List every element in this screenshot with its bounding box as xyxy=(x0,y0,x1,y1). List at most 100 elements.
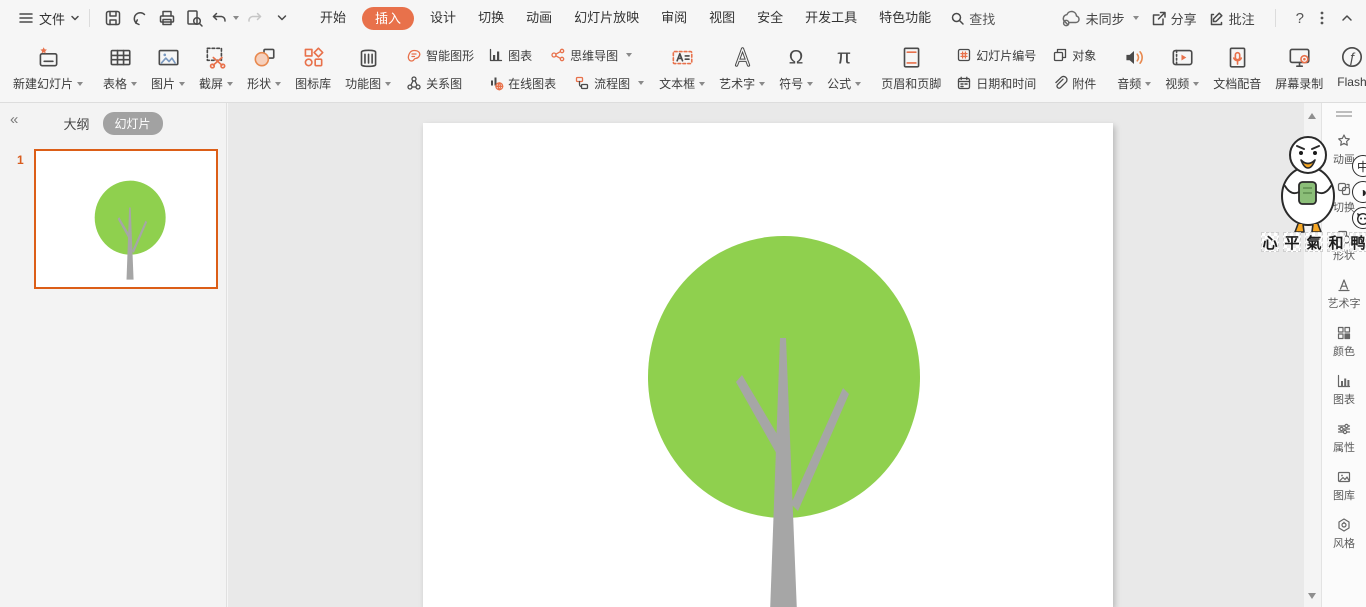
more-quick-actions-button[interactable] xyxy=(268,5,295,32)
screen-record-button[interactable]: 屏幕录制 xyxy=(1268,36,1330,102)
tab-home[interactable]: 开始 xyxy=(309,0,357,36)
video-button[interactable]: 视频 xyxy=(1158,36,1206,102)
audio-icon xyxy=(1121,43,1147,71)
tab-outline[interactable]: 大纲 xyxy=(63,114,89,133)
flowchart-button[interactable]: 流程图 xyxy=(570,75,648,92)
sidebar-item-properties[interactable]: 属性 xyxy=(1333,421,1355,455)
sidebar-item-gallery[interactable]: 图库 xyxy=(1333,469,1355,503)
sidebar-drag-handle[interactable] xyxy=(1336,111,1352,117)
calligraphy-stamps: 心 平 氣 和 鸭 xyxy=(1261,232,1366,252)
share-button[interactable]: 分享 xyxy=(1150,9,1197,28)
audio-button[interactable]: 音频 xyxy=(1110,36,1158,102)
doc-voice-button[interactable]: 文档配音 xyxy=(1206,36,1268,102)
file-menu[interactable]: 文件 xyxy=(39,9,80,28)
collapse-panel-button[interactable]: « xyxy=(10,111,18,128)
tab-security[interactable]: 安全 xyxy=(746,0,794,36)
print-preview-button[interactable] xyxy=(180,5,207,32)
tab-slideshow[interactable]: 幻灯片放映 xyxy=(563,0,650,36)
icon-library-button[interactable]: 图标库 xyxy=(288,36,338,102)
export-button[interactable] xyxy=(126,5,153,32)
online-chart-button[interactable]: 在线图表 xyxy=(484,75,570,92)
slide-page[interactable] xyxy=(423,123,1113,607)
hamburger-icon[interactable] xyxy=(12,5,39,32)
object-button[interactable]: 对象 xyxy=(1048,47,1100,64)
datetime-icon xyxy=(956,75,972,91)
chart-label: 图表 xyxy=(508,47,532,64)
vertical-scrollbar[interactable] xyxy=(1304,103,1321,607)
video-icon xyxy=(1169,43,1195,71)
mindmap-icon xyxy=(550,47,566,63)
tab-devtools[interactable]: 开发工具 xyxy=(794,0,868,36)
svg-text:ƒ: ƒ xyxy=(1348,49,1356,65)
formula-icon: π xyxy=(831,43,857,71)
divider xyxy=(1275,9,1276,27)
table-button[interactable]: 表格 xyxy=(96,36,144,102)
flash-button[interactable]: ƒ Flash xyxy=(1330,36,1366,102)
mindmap-button[interactable]: 思维导图 xyxy=(546,47,636,64)
print-button[interactable] xyxy=(153,5,180,32)
slide-panel: « 大纲 幻灯片 1 xyxy=(0,103,227,607)
sidebar-item-label: 艺术字 xyxy=(1328,295,1361,311)
search-button[interactable]: 查找 xyxy=(950,9,995,28)
sidebar-item-chart[interactable]: 图表 xyxy=(1333,373,1355,407)
slide-thumbnail-wrap: 1 xyxy=(34,149,218,289)
slide-number-button[interactable]: 幻灯片编号 xyxy=(952,47,1048,64)
attachment-button[interactable]: 附件 xyxy=(1048,75,1100,92)
picture-button[interactable]: 图片 xyxy=(144,36,192,102)
scroll-down-arrow[interactable] xyxy=(1308,593,1316,599)
caret-icon xyxy=(385,82,391,86)
tab-features[interactable]: 特色功能 xyxy=(868,0,942,36)
tab-design[interactable]: 设计 xyxy=(419,0,467,36)
datetime-button[interactable]: 日期和时间 xyxy=(952,75,1048,92)
collapse-ribbon-button[interactable] xyxy=(1340,11,1354,25)
widget-cat-button[interactable] xyxy=(1352,207,1366,229)
gallery-picture-icon xyxy=(1336,469,1352,485)
more-menu-button[interactable] xyxy=(1315,10,1329,26)
menu-right-cluster: 未同步 分享 批注 ? xyxy=(1060,9,1354,28)
svg-text:π: π xyxy=(837,46,851,69)
scroll-up-arrow[interactable] xyxy=(1308,113,1316,119)
formula-button[interactable]: π 公式 xyxy=(820,36,868,102)
new-slide-button[interactable]: 新建幻灯片 xyxy=(6,36,90,102)
help-button[interactable]: ? xyxy=(1296,10,1304,27)
tab-slides[interactable]: 幻灯片 xyxy=(103,112,163,135)
sidebar-item-style[interactable]: 风格 xyxy=(1333,517,1355,551)
screenshot-button[interactable]: 截屏 xyxy=(192,36,240,102)
sync-status-button[interactable]: 未同步 xyxy=(1060,9,1139,28)
slide-thumbnail[interactable] xyxy=(34,149,218,289)
relation-diagram-button[interactable]: 关系图 xyxy=(402,75,484,92)
tab-review[interactable]: 审阅 xyxy=(650,0,698,36)
slide-canvas-area[interactable] xyxy=(228,103,1304,607)
symbol-label: 符号 xyxy=(779,75,803,92)
sync-status-label: 未同步 xyxy=(1086,9,1125,28)
wordart-button[interactable]: 艺术字 xyxy=(712,36,772,102)
tab-transition[interactable]: 切换 xyxy=(467,0,515,36)
save-button[interactable] xyxy=(99,5,126,32)
header-footer-button[interactable]: 页眉和页脚 xyxy=(874,36,948,102)
sidebar-item-label: 颜色 xyxy=(1333,343,1355,359)
widget-zhong-button[interactable]: 中 xyxy=(1352,155,1366,177)
chart-button[interactable]: 图表 xyxy=(484,47,546,64)
sidebar-item-color[interactable]: 颜色 xyxy=(1333,325,1355,359)
undo-button[interactable] xyxy=(207,5,241,32)
caret-icon xyxy=(638,81,644,85)
shapes-button[interactable]: 形状 xyxy=(240,36,288,102)
comment-button[interactable]: 批注 xyxy=(1208,9,1255,28)
sidebar-item-wordart[interactable]: 艺术字 xyxy=(1328,277,1361,311)
stamp-char: 心 xyxy=(1261,232,1279,252)
tab-animation[interactable]: 动画 xyxy=(515,0,563,36)
stamp-char: 平 xyxy=(1283,232,1301,252)
tree-graphic[interactable] xyxy=(423,123,1113,607)
attachment-label: 附件 xyxy=(1072,75,1096,92)
chart-icon xyxy=(488,47,504,63)
attachment-icon xyxy=(1052,75,1068,91)
textbox-button[interactable]: 文本框 xyxy=(652,36,712,102)
redo-icon xyxy=(245,8,265,28)
tab-insert[interactable]: 插入 xyxy=(362,7,414,30)
tab-view[interactable]: 视图 xyxy=(698,0,746,36)
function-diagram-button[interactable]: 功能图 xyxy=(338,36,398,102)
smart-art-button[interactable]: 智能图形 xyxy=(402,47,484,64)
symbol-button[interactable]: Ω 符号 xyxy=(772,36,820,102)
widget-moon-button[interactable]: ◑ xyxy=(1352,181,1366,203)
redo-button[interactable] xyxy=(241,5,268,32)
